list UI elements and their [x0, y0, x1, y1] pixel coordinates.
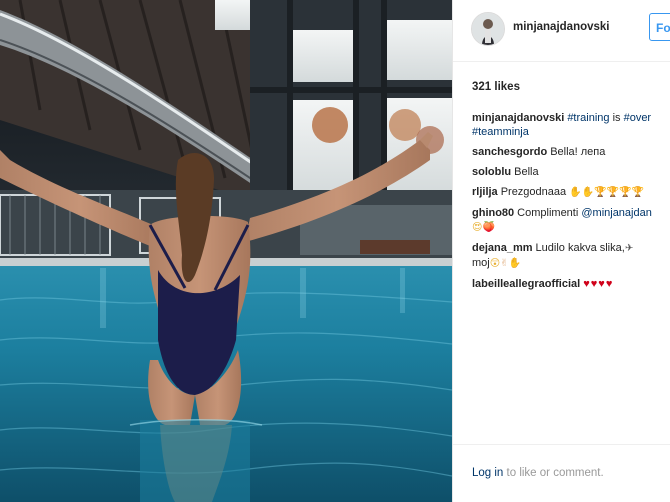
comment-item: minjanajdanovski #training is #over #teamm…	[472, 111, 670, 139]
comment-item: rljilja Prezgodnaaa ✋✋🏆🏆🏆🏆	[472, 185, 670, 200]
comment-item: labeilleallegraofficial ♥♥♥♥	[472, 277, 670, 291]
comment-item: soloblu Bella	[472, 165, 670, 179]
peach-emoji-icon: 🍑	[482, 222, 495, 233]
trophy-emoji-icon: 🏆	[606, 187, 619, 198]
comment-username[interactable]: dejana_mm	[472, 242, 533, 254]
comment-username[interactable]: minjanajdanovski	[472, 112, 564, 124]
post-side-panel: minjanajdanovski Fo 321 likes minjanajda…	[452, 0, 670, 502]
comment-list: minjanajdanovski #training is #over #teamm…	[472, 111, 670, 297]
likes-count[interactable]: 321 likes	[472, 81, 520, 93]
hand-emoji-icon: ✌	[500, 258, 509, 269]
comment-continuation: 😍🍑	[472, 220, 670, 235]
comment-username[interactable]: soloblu	[472, 166, 511, 178]
hashtag-link[interactable]: #over	[624, 112, 652, 124]
comment-item: dejana_mm Ludilo kakva slika,✈ moj😲✌✋	[472, 241, 670, 271]
comment-item: sanchesgordo Bella! лепа	[472, 145, 670, 159]
hashtag-link[interactable]: #teamminja	[472, 126, 529, 138]
face-emoji-icon: 😲	[489, 258, 501, 269]
trophy-emoji-icon: 🏆	[594, 187, 607, 198]
profile-photo-avatar-icon	[472, 13, 504, 45]
comment-continuation: #teamminja	[472, 125, 670, 139]
post-header: minjanajdanovski Fo	[453, 0, 670, 62]
login-link[interactable]: Log in	[472, 467, 503, 479]
plane-emoji-icon: ✈	[624, 243, 634, 254]
swimming-pool-photo	[0, 0, 452, 502]
comment-continuation: moj😲✌✋	[472, 256, 670, 271]
comment-item: ghino80 Complimenti @minjanajdan 😍🍑	[472, 206, 670, 235]
face-emoji-icon: 😍	[472, 222, 483, 233]
heart-emoji-icon: ♥♥♥♥	[583, 278, 614, 290]
hand-emoji-icon: ✋	[508, 258, 522, 269]
hashtag-link[interactable]: @minjanajdan	[581, 207, 652, 219]
hand-emoji-icon: ✋	[581, 187, 595, 198]
post-footer: Log in to like or comment.	[453, 444, 670, 502]
comment-username[interactable]: rljilja	[472, 186, 498, 198]
comment-text: is	[609, 112, 624, 124]
comment-text: Prezgodnaaa	[500, 186, 570, 198]
hashtag-link[interactable]: #training	[567, 112, 609, 124]
comment-username[interactable]: ghino80	[472, 207, 514, 219]
comment-text: Bella	[514, 166, 539, 178]
comment-text: Bella! лепа	[550, 146, 606, 158]
comment-username[interactable]: labeilleallegraofficial	[472, 278, 580, 290]
post-author-username[interactable]: minjanajdanovski	[513, 21, 610, 33]
hand-emoji-icon: ✋	[569, 187, 582, 198]
trophy-emoji-icon: 🏆	[631, 187, 644, 198]
comment-text: Ludilo kakva slika,	[535, 242, 625, 254]
comment-text: Complimenti	[517, 207, 582, 219]
login-prompt-text: to like or comment.	[503, 467, 604, 479]
trophy-emoji-icon: 🏆	[619, 187, 632, 198]
avatar[interactable]	[471, 12, 505, 46]
login-prompt: Log in to like or comment.	[472, 467, 604, 479]
comment-username[interactable]: sanchesgordo	[472, 146, 547, 158]
follow-button[interactable]: Fo	[649, 13, 670, 41]
comment-text: moj	[472, 257, 490, 269]
instagram-post-page: minjanajdanovski Fo 321 likes minjanajda…	[0, 0, 670, 502]
post-photo[interactable]	[0, 0, 452, 502]
